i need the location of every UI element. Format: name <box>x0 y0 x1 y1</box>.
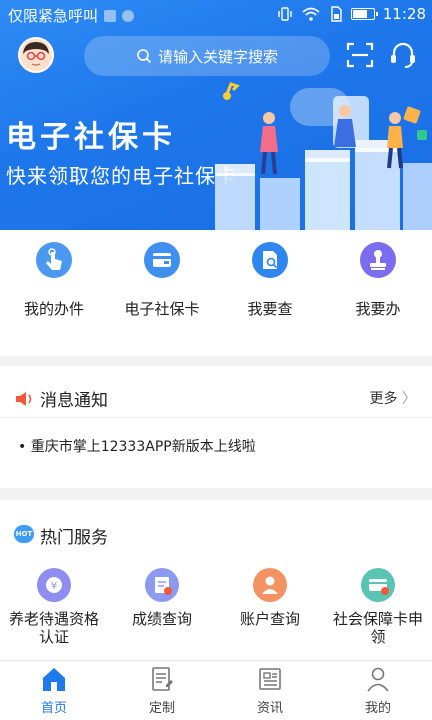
search-input[interactable]: 请输入关键字搜索 <box>84 36 330 76</box>
quick-action-query[interactable]: 我要查 <box>216 242 324 319</box>
speaker-icon <box>16 392 32 406</box>
stamp-icon <box>360 242 396 278</box>
pension-icon: ¥ <box>37 568 71 602</box>
service-score-query[interactable]: 成绩查询 <box>108 568 216 628</box>
quick-action-label: 我的办件 <box>23 300 84 318</box>
tab-customize[interactable]: 定制 <box>108 665 216 716</box>
search-placeholder: 请输入关键字搜索 <box>157 47 278 66</box>
card-wallet-icon <box>144 242 180 278</box>
tab-label: 资讯 <box>256 701 283 716</box>
quick-action-e-card[interactable]: 电子社保卡 <box>108 242 216 319</box>
hot-badge-icon: HOT <box>14 525 34 543</box>
quick-action-handle[interactable]: 我要办 <box>324 242 432 319</box>
notice-header: 消息通知 更多 〉 <box>0 378 432 418</box>
avatar-face-icon <box>20 39 52 71</box>
social-card-icon <box>361 568 395 602</box>
status-bar: 仅限紧急呼叫 11:28 <box>0 0 432 30</box>
search-icon <box>137 49 152 64</box>
quick-action-my-cases[interactable]: 我的办件 <box>0 242 108 319</box>
more-label: 更多 <box>369 391 398 407</box>
quick-action-label: 我要查 <box>247 300 293 318</box>
service-account-query[interactable]: 账户查询 <box>216 568 324 628</box>
gallery-notification-icon <box>104 9 117 22</box>
quick-action-label: 电子社保卡 <box>124 300 200 318</box>
tab-label: 定制 <box>148 701 175 716</box>
quick-action-label: 我要办 <box>355 300 401 318</box>
tab-label: 首页 <box>40 701 67 716</box>
profile-icon <box>367 667 389 692</box>
service-label: 社会保障卡申领 <box>332 610 423 646</box>
service-label: 成绩查询 <box>131 610 192 628</box>
bottom-tab-bar: 首页 定制 资讯 我的 <box>0 660 432 720</box>
news-icon <box>259 668 281 690</box>
hot-services-title: 热门服务 <box>40 528 108 548</box>
scan-icon[interactable] <box>345 40 375 70</box>
battery-icon <box>350 8 378 20</box>
service-pension-certification[interactable]: ¥ 养老待遇资格认证 <box>0 568 108 646</box>
touch-icon <box>36 242 72 278</box>
account-user-icon <box>253 568 287 602</box>
document-search-icon <box>252 242 288 278</box>
avatar[interactable] <box>18 37 54 73</box>
customize-icon <box>152 667 173 691</box>
svg-text:¥: ¥ <box>51 581 57 592</box>
wifi-icon <box>302 7 320 21</box>
notice-item[interactable]: • 重庆市掌上12333APP新版本上线啦 <box>18 436 256 456</box>
tab-profile[interactable]: 我的 <box>324 665 432 716</box>
score-query-icon <box>145 568 179 602</box>
banner-illustration <box>215 82 432 230</box>
clock: 11:28 <box>382 5 426 23</box>
banner-subtitle[interactable]: 快来领取您的电子社保卡 <box>6 160 237 189</box>
sim-icon <box>331 6 342 22</box>
service-social-card-apply[interactable]: 社会保障卡申领 <box>324 568 432 646</box>
tab-home[interactable]: 首页 <box>0 665 108 716</box>
banner-title[interactable]: 电子社保卡 <box>6 112 176 156</box>
hot-services-section: HOT 热门服务 ¥ 养老待遇资格认证 成绩查询 账户查询 社会保障卡申领 <box>0 500 432 668</box>
shield-notification-icon <box>122 9 135 22</box>
chevron-right-icon: 〉 <box>402 391 416 407</box>
carrier-text: 仅限紧急呼叫 <box>8 7 99 25</box>
header-banner: 仅限紧急呼叫 11:28 请输入关键字搜索 电子社保卡 快来领取您的电子社保卡 <box>0 0 432 230</box>
notice-more-link[interactable]: 更多 〉 <box>370 388 416 408</box>
notice-section: 消息通知 更多 〉 • 重庆市掌上12333APP新版本上线啦 <box>0 366 432 488</box>
quick-actions: 我的办件 电子社保卡 我要查 我要办 <box>0 230 432 356</box>
tab-label: 我的 <box>364 701 391 716</box>
home-icon <box>43 668 65 691</box>
notice-title: 消息通知 <box>40 391 108 411</box>
service-label: 账户查询 <box>239 610 300 628</box>
tab-news[interactable]: 资讯 <box>216 665 324 716</box>
customer-service-icon[interactable] <box>388 40 418 70</box>
service-label: 养老待遇资格认证 <box>8 610 99 646</box>
vibrate-icon <box>278 7 292 21</box>
